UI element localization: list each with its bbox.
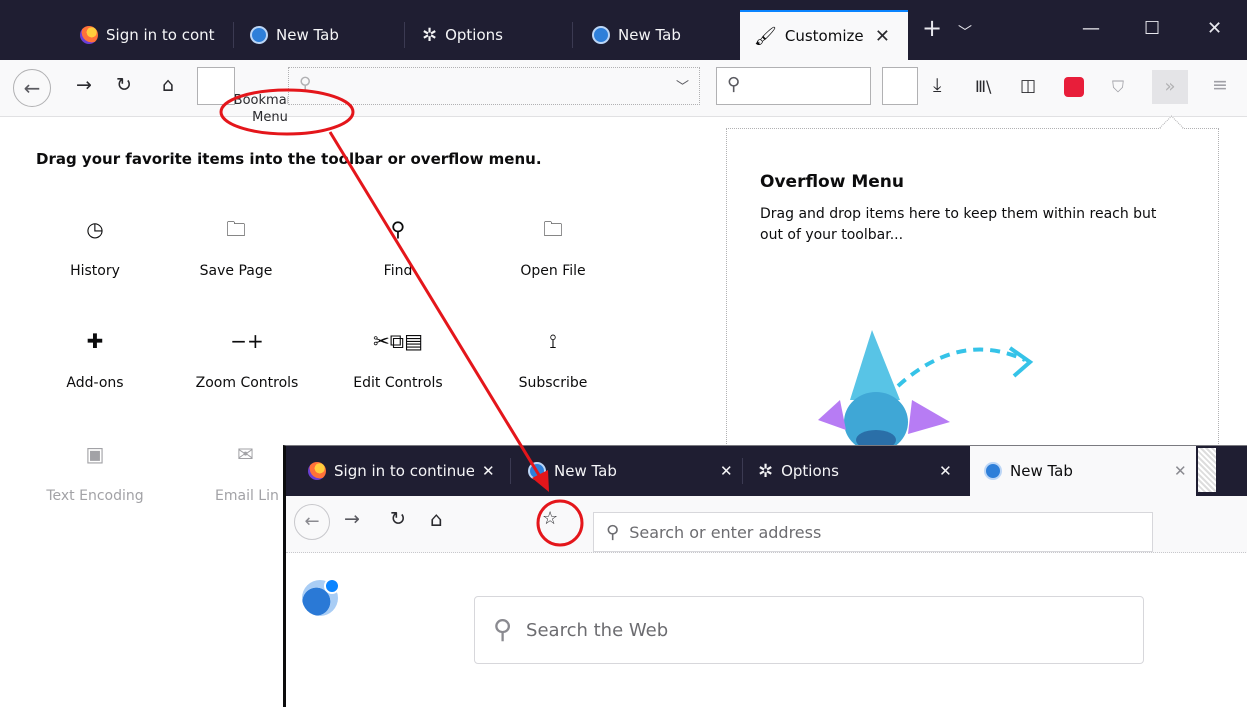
tab-sign-in[interactable]: Sign in to cont bbox=[66, 10, 232, 60]
inset-tab-options[interactable]: ✲ Options ✕ bbox=[744, 446, 966, 496]
inset-browser-window: Sign in to continue ✕ New Tab ✕ ✲ Option… bbox=[283, 445, 1247, 707]
annotation-arrow-line bbox=[328, 131, 544, 481]
open-file-icon: 🗀 bbox=[543, 217, 563, 241]
extension-icon[interactable]: ⛉ bbox=[1112, 77, 1124, 97]
brush-icon: 🖌 bbox=[754, 25, 777, 47]
tab-title: New Tab bbox=[276, 26, 339, 44]
sidebar-icon[interactable]: ◫ bbox=[1020, 76, 1036, 96]
search-icon: ⚲ bbox=[493, 615, 513, 645]
reload-button[interactable]: ↻ bbox=[116, 74, 132, 96]
inset-tab-sign-in[interactable]: Sign in to continue ✕ bbox=[294, 446, 504, 496]
tab-list-chevron-icon[interactable]: ﹀ bbox=[958, 22, 972, 42]
close-tab-icon[interactable]: ✕ bbox=[875, 26, 890, 47]
close-window-button[interactable]: ✕ bbox=[1207, 18, 1222, 39]
inset-tab-new-tab[interactable]: New Tab ✕ bbox=[514, 446, 740, 496]
home-button[interactable]: ⌂ bbox=[430, 507, 443, 531]
save-page-icon: 🗀 bbox=[226, 217, 246, 241]
inset-tab-bar: Sign in to continue ✕ New Tab ✕ ✲ Option… bbox=[286, 446, 1247, 496]
palette-item-open-file[interactable]: 🗀 Open File bbox=[493, 215, 613, 279]
web-search-box[interactable]: ⚲ Search the Web bbox=[474, 596, 1144, 664]
close-tab-icon[interactable]: ✕ bbox=[939, 462, 952, 480]
tab-title: Options bbox=[445, 26, 503, 44]
bookmarks-star-icon[interactable]: ☆ bbox=[542, 508, 558, 529]
palette-item-subscribe[interactable]: ⟟ Subscribe bbox=[493, 327, 613, 391]
globe-icon bbox=[592, 26, 610, 44]
tab-title: New Tab bbox=[618, 26, 681, 44]
globe-icon bbox=[528, 462, 546, 480]
search-icon: ⚲ bbox=[606, 521, 620, 543]
overflow-menu-description: Drag and drop items here to keep them wi… bbox=[760, 206, 1157, 243]
back-button[interactable]: ← bbox=[294, 504, 330, 540]
browser-logo-icon bbox=[302, 578, 340, 616]
palette-item-zoom-controls[interactable]: −+ Zoom Controls bbox=[187, 327, 307, 391]
dragon-illustration bbox=[818, 330, 1034, 450]
new-tab-button[interactable]: + bbox=[922, 14, 942, 42]
address-bar-placeholder[interactable]: ⚲ ﹀ bbox=[288, 67, 700, 105]
search-bar[interactable]: ⚲ bbox=[716, 67, 871, 105]
minimize-button[interactable]: — bbox=[1082, 18, 1100, 39]
reload-button[interactable]: ↻ bbox=[390, 508, 406, 530]
close-tab-icon[interactable]: ✕ bbox=[482, 462, 495, 480]
gear-icon: ✲ bbox=[422, 24, 438, 46]
search-icon: ⚲ bbox=[299, 74, 312, 94]
tab-customize[interactable]: 🖌 Customize ✕ bbox=[740, 10, 908, 60]
firefox-icon bbox=[80, 26, 98, 44]
tab-scroll-edge bbox=[1198, 448, 1216, 492]
close-tab-icon[interactable]: ✕ bbox=[720, 462, 733, 480]
back-button[interactable]: ← bbox=[13, 69, 51, 107]
inset-tab-new-tab-selected[interactable]: New Tab ✕ bbox=[970, 446, 1196, 496]
edit-controls-icon: ✂⧉▤ bbox=[373, 329, 423, 353]
tab-title: Customize bbox=[784, 27, 864, 45]
tab-new-tab-2[interactable]: New Tab bbox=[578, 10, 738, 60]
gear-icon: ✲ bbox=[758, 460, 774, 482]
close-tab-icon[interactable]: ✕ bbox=[1174, 462, 1187, 480]
puzzle-icon: ✚ bbox=[86, 329, 104, 353]
drag-hint-text: Drag your favorite items into the toolba… bbox=[36, 150, 542, 168]
main-tab-bar: Sign in to cont New Tab ✲ Options New Ta… bbox=[0, 0, 1247, 60]
globe-icon bbox=[984, 462, 1002, 480]
globe-icon bbox=[250, 26, 268, 44]
library-icon[interactable]: Ⅲ\ bbox=[975, 77, 991, 96]
hamburger-menu-icon[interactable]: ≡ bbox=[1212, 74, 1228, 96]
palette-item-save-page[interactable]: 🗀 Save Page bbox=[176, 215, 296, 279]
clock-icon: ◷ bbox=[86, 217, 104, 241]
flexible-space[interactable] bbox=[882, 67, 918, 105]
tab-new-tab-1[interactable]: New Tab bbox=[236, 10, 402, 60]
firefox-icon bbox=[308, 462, 326, 480]
palette-item-history[interactable]: ◷ History bbox=[35, 215, 155, 279]
overflow-menu-title: Overflow Menu bbox=[760, 172, 905, 192]
tab-title: Sign in to cont bbox=[106, 26, 215, 44]
maximize-button[interactable]: ☐ bbox=[1144, 18, 1160, 39]
palette-item-edit-controls[interactable]: ✂⧉▤ Edit Controls bbox=[338, 327, 458, 391]
text-encoding-icon: ▣ bbox=[85, 442, 105, 466]
tab-options[interactable]: ✲ Options bbox=[408, 10, 568, 60]
zoom-icon: −+ bbox=[230, 329, 264, 353]
address-placeholder: Search or enter address bbox=[629, 522, 822, 542]
chevron-down-icon[interactable]: ﹀ bbox=[676, 76, 689, 95]
home-button[interactable]: ⌂ bbox=[162, 74, 174, 96]
search-placeholder: Search the Web bbox=[526, 619, 669, 641]
address-bar[interactable]: ⚲ Search or enter address bbox=[593, 512, 1153, 552]
download-icon[interactable]: ⤓ bbox=[933, 74, 941, 96]
forward-button[interactable]: → bbox=[344, 508, 360, 530]
palette-item-add-ons[interactable]: ✚ Add-ons bbox=[35, 327, 155, 391]
forward-button[interactable]: → bbox=[76, 74, 92, 96]
overflow-chevron-button[interactable]: » bbox=[1152, 70, 1188, 104]
search-icon: ⚲ bbox=[727, 74, 741, 95]
pocket-icon[interactable] bbox=[1064, 77, 1084, 97]
rss-icon: ⟟ bbox=[549, 329, 557, 353]
palette-item-text-encoding[interactable]: ▣ Text Encoding bbox=[35, 440, 155, 504]
search-icon: ⚲ bbox=[390, 217, 406, 241]
palette-item-find[interactable]: ⚲ Find bbox=[338, 215, 458, 279]
